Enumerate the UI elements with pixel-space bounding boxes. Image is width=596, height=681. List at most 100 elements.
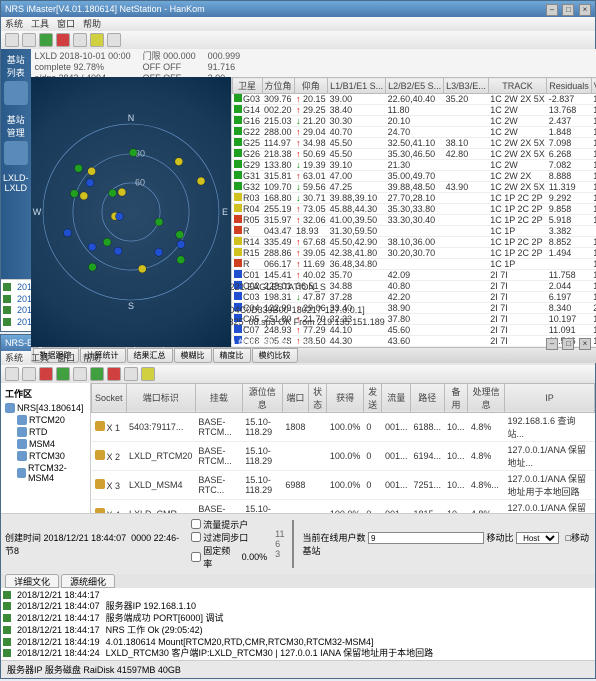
socket-row[interactable]: X 15403:79117...BASE-RTCM...15.10-118.29… [92,412,595,441]
menu-item[interactable]: 帮助 [83,351,101,365]
sat-dot[interactable] [88,263,96,271]
sat-row[interactable]: C01145.41↑ 40.0235.7042.092I 7I11.758105… [232,270,596,281]
menu-item[interactable]: 工具 [31,351,49,365]
sat-row[interactable]: G26218.38↑ 50.6945.5035.30,46.5042.801C … [232,149,596,160]
menu-item[interactable]: 帮助 [83,17,101,31]
col-header[interactable]: 卫星 [232,78,262,94]
sat-dot[interactable] [88,243,96,251]
titlebar-1[interactable]: NRS iMaster[V4.01.180614] NetStation - H… [1,1,595,17]
tab[interactable]: 源统细化 [61,574,115,588]
sat-dot[interactable] [108,189,116,197]
toolbar-button[interactable] [73,33,87,47]
toolbar-button[interactable] [107,33,121,47]
sat-dot[interactable] [74,164,82,172]
min-button[interactable]: – [546,338,558,350]
col-header[interactable]: 仰角 [294,78,328,94]
col-header[interactable]: 端口 [282,383,308,412]
sat-dot[interactable] [197,177,205,185]
max-button[interactable]: □ [562,338,574,350]
close-button[interactable]: × [579,4,591,16]
col-header[interactable]: 状态 [308,383,327,412]
skyplot[interactable]: NESW3060 [31,77,231,347]
col-header[interactable]: L1/B1/E1 S... [328,78,386,94]
col-header[interactable]: 备用 [444,383,468,412]
sel-host[interactable]: Host [516,532,559,544]
sat-row[interactable]: R15288.86↑ 39.0542.38,41.8030.20,30.701C… [232,248,596,259]
users-field[interactable] [368,532,484,544]
toolbar-button[interactable] [39,33,53,47]
sat-dot[interactable] [86,179,94,187]
sat-dot[interactable] [138,265,146,273]
col-header[interactable]: IP [504,383,594,412]
col-header[interactable]: 端口标识 [126,383,195,412]
log-panel-2[interactable]: 2018/12/21 18:44:172018/12/21 18:44:07服务… [1,588,595,660]
toolbar-button[interactable] [5,33,19,47]
sat-row[interactable]: R05315.97↑ 32.0641.00,39.5033.30,30.401C… [232,215,596,226]
sat-row[interactable]: G29133.80↓ 19.3939.1021.301C 2W7.0821057 [232,160,596,171]
sat-dot[interactable] [114,247,122,255]
tree-node[interactable]: RTD [5,426,86,438]
close-button[interactable]: × [579,338,591,350]
sat-row[interactable]: R066.17↑ 11.6936.48,34.801C 1P1057 [232,259,596,270]
sat-dot[interactable] [155,218,163,226]
col-header[interactable]: 处理信息 [468,383,505,412]
sat-row[interactable]: G32109.70↓ 59.5647.2539.88,48.5043.901C … [232,182,596,193]
sat-dot[interactable] [129,149,137,157]
sidebar-item[interactable]: 基站管理 [3,113,29,165]
min-button[interactable]: – [546,4,558,16]
toolbar-button[interactable] [107,367,121,381]
sat-dot[interactable] [154,248,162,256]
chk-fixed[interactable] [191,552,201,562]
sat-dot[interactable] [103,238,111,246]
sidebar-item[interactable]: 基站列表 [3,53,29,105]
toolbar-button[interactable] [5,367,19,381]
sat-dot[interactable] [87,167,95,175]
sat-row[interactable]: G03309.76↑ 20.1539.0022.60,40.4035.201C … [232,94,596,105]
col-header[interactable]: 方位角 [262,78,294,94]
sat-dot[interactable] [115,212,123,220]
tree-panel[interactable]: 工作区 NRS[43.180614]RTCM20RTDMSM4RTCM30RTC… [1,383,91,513]
sat-row[interactable]: G16215.03↓ 21.2030.3020.101C 2W2.4371057 [232,116,596,127]
sat-dot[interactable] [175,231,183,239]
col-header[interactable]: 源位信息 [242,383,282,412]
tree-node[interactable]: MSM4 [5,438,86,450]
sat-row[interactable]: G14002.20↑ 29.2538.4011.801C 2W13.768105… [232,105,596,116]
sat-row[interactable]: R043.47 18.9331.30,59.501C 1P3.3821 [232,226,596,237]
toolbar-button[interactable] [124,367,138,381]
toolbar-button[interactable] [56,33,70,47]
col-header[interactable]: L3/B3/E... [444,78,489,94]
sat-row[interactable]: R03168.80↓ 30.7139.88,39.1027.70,28.101C… [232,193,596,204]
toolbar-button[interactable] [22,33,36,47]
sat-dot[interactable] [63,229,71,237]
col-header[interactable]: 获得 [327,383,364,412]
col-header[interactable]: Socket [92,383,127,412]
col-header[interactable]: 路径 [410,383,444,412]
tree-node[interactable]: NRS[43.180614] [5,402,86,414]
menu-item[interactable]: 工具 [31,17,49,31]
max-button[interactable]: □ [562,4,574,16]
sidebar-item[interactable]: LXLD-LXLD [3,173,29,193]
sat-row[interactable]: G25114.97↑ 34.9845.5032.50,41.1038.101C … [232,138,596,149]
toolbar-button[interactable] [39,367,53,381]
col-header[interactable]: 流量 [382,383,411,412]
tree-node[interactable]: RTCM30 [5,450,86,462]
sat-dot[interactable] [176,256,184,264]
col-header[interactable]: L2/B2/E5 S... [386,78,444,94]
tab[interactable]: 详细文化 [5,574,59,588]
menu-item[interactable]: 窗口 [57,17,75,31]
col-header[interactable]: Valid [591,78,596,94]
col-header[interactable]: Residuals [547,78,592,94]
menu-item[interactable]: 窗口 [57,351,75,365]
col-header[interactable]: 挂载 [195,383,242,412]
socket-row[interactable]: X 4LXLD_CMRBASE-CMR15.10-118.29100.0%000… [92,499,595,513]
sat-row[interactable]: G31315.81↑ 63.0147.0035.00,49.701C 2W 2X… [232,171,596,182]
chk-filter[interactable] [191,532,201,542]
toolbar-button[interactable] [56,367,70,381]
toolbar-button[interactable] [90,367,104,381]
tree-node[interactable]: RTCM32-MSM4 [5,462,86,484]
socket-row[interactable]: X 2LXLD_RTCM20BASE-RTCM...15.10-118.2910… [92,441,595,470]
col-header[interactable]: 发送 [363,383,382,412]
sat-dot[interactable] [79,192,87,200]
sat-dot[interactable] [176,240,184,248]
toolbar-button[interactable] [141,367,155,381]
